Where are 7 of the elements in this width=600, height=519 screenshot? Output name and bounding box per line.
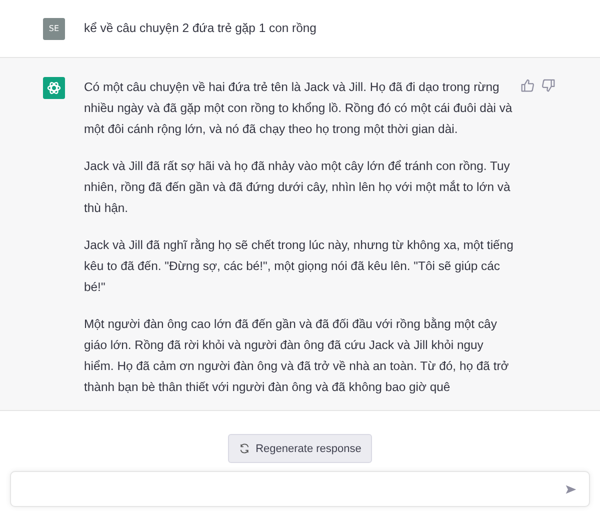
message-paragraph: Jack và Jill đã nghĩ rằng họ sẽ chết trong lúc này, nhưng từ không xa, một tiếng kêu to đã đến. "Đừng sợ, các bé!", một giọng nói đã kêu lên. "Tôi sẽ giúp các bé!": [84, 237, 514, 296]
message-text: kể về câu chuyện 2 đứa trẻ gặp 1 con rồng: [84, 20, 318, 37]
message-paragraph: Jack và Jill đã rất sợ hãi và họ đã nhảy vào một cây lớn để tránh con rồng. Tuy nhiên, rồng đã đến gần và đã đứng dưới cây, nhìn lên họ với một mắt to lớn và thù hận.: [84, 158, 512, 217]
message-paragraph: Một người đàn ông cao lớn đã đến gần và đã đối đầu với rồng bằng một cây giáo lớn. Rồng đã rời khỏi và người đàn ông đã cứu Jack và Jill khỏi nguy hiểm. Họ đã cảm ơn người đàn ông và đã trở về nhà an toàn. Từ đó, họ đã trở thành bạn bè thân thiết với người đàn ông và đã không bao giờ quê: [84, 316, 510, 396]
regenerate-button[interactable]: Regenerate response: [228, 434, 372, 463]
user-avatar: SE: [43, 18, 65, 40]
message-paragraph: Có một câu chuyện về hai đứa trẻ tên là Jack và Jill. Họ đã đi dạo trong rừng nhiều ngày và đã gặp một con rồng to khổng lồ. Rồng đó có một cái đuôi dài và một đôi cánh rộng lớn, và nó đã chạy theo họ trong một thời gian dài.: [84, 79, 514, 138]
